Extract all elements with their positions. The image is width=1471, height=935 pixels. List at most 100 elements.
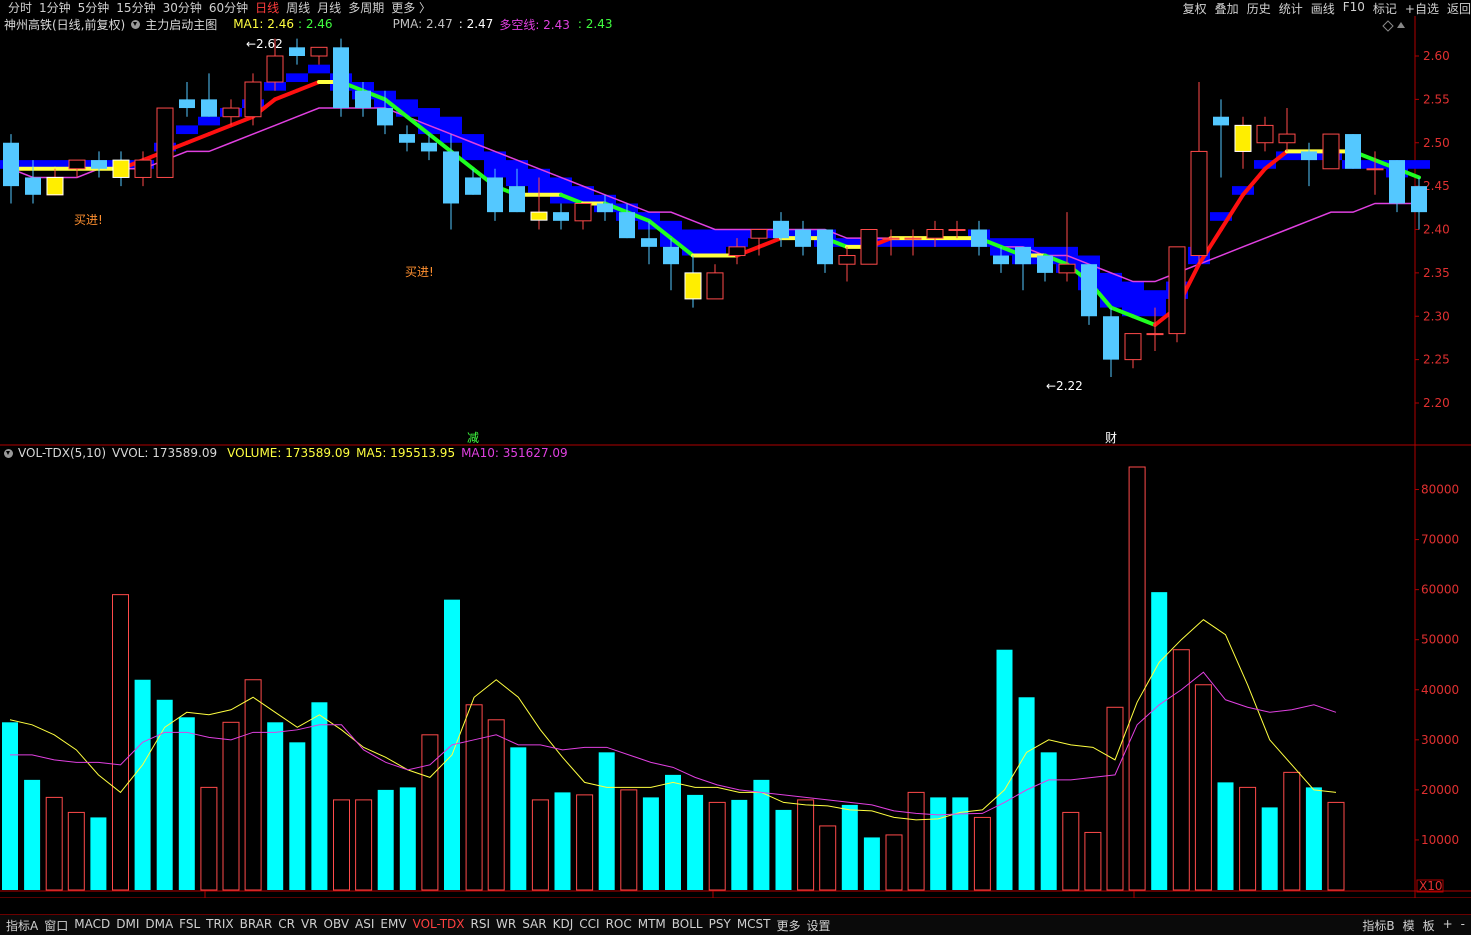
toolbar-button-1[interactable]: 叠加 — [1215, 0, 1239, 16]
price-tick-label: 2.35 — [1423, 266, 1450, 280]
indicator-tab-25[interactable]: 设置 — [807, 917, 831, 934]
event-jian: 减 — [467, 431, 479, 445]
toolbar-button-5[interactable]: F10 — [1343, 0, 1365, 14]
toolbar-button-0[interactable]: 复权 — [1183, 0, 1207, 16]
candle-body — [377, 108, 393, 126]
volume-bar — [134, 679, 151, 890]
diamond-icon — [1382, 20, 1394, 32]
toolbar-button-3[interactable]: 统计 — [1279, 0, 1303, 16]
indicator-tab-13[interactable]: VOL-TDX — [413, 917, 465, 934]
period-tab-5[interactable]: 60分钟 — [209, 0, 248, 16]
candle-body — [3, 142, 19, 187]
period-tab-2[interactable]: 5分钟 — [78, 0, 110, 16]
ma1-segment — [1131, 314, 1157, 327]
cloud-segment — [176, 125, 198, 135]
toolbar-button-8[interactable]: 返回 — [1447, 0, 1471, 16]
period-tab-1[interactable]: 1分钟 — [39, 0, 71, 16]
toolbar-button-4[interactable]: 画线 — [1311, 0, 1335, 16]
price-tick-label: 2.30 — [1423, 309, 1450, 323]
period-tab-10[interactable]: 更多 〉 — [391, 0, 431, 16]
candle-body — [25, 177, 41, 195]
candle-body — [663, 246, 679, 265]
indicator-tab-9[interactable]: VR — [301, 917, 318, 934]
indicator-tab-17[interactable]: KDJ — [553, 917, 574, 934]
volume-bar — [708, 801, 726, 891]
volume-bar — [1327, 801, 1345, 891]
indicator-right-1[interactable]: 模 — [1403, 917, 1415, 934]
volume-bar — [1040, 752, 1057, 890]
indicator-right-0[interactable]: 指标B — [1362, 917, 1394, 934]
candle-body — [1322, 133, 1340, 170]
period-tab-9[interactable]: 多周期 — [348, 0, 384, 16]
volume-bar — [1128, 466, 1146, 891]
volume-bar — [399, 787, 416, 890]
cloud-segment — [308, 64, 330, 74]
indicator-tab-4[interactable]: DMA — [145, 917, 173, 934]
toolbar-button-2[interactable]: 历史 — [1247, 0, 1271, 16]
volume-bar — [311, 702, 328, 890]
indicator-tab-18[interactable]: CCI — [579, 917, 599, 934]
volume-bar — [200, 786, 218, 891]
candle-body — [795, 229, 811, 247]
volume-bar — [1151, 592, 1168, 890]
candle-body — [750, 229, 768, 239]
toolbar-button-7[interactable]: +自选 — [1405, 0, 1439, 16]
volume-bar — [1018, 697, 1035, 890]
signal-box — [684, 272, 702, 300]
volume-bar — [1217, 782, 1234, 890]
volume-bar — [665, 774, 681, 890]
indicator-right-3[interactable]: + — [1443, 917, 1453, 934]
toolbar-button-6[interactable]: 标记 — [1373, 0, 1397, 16]
candle-body — [904, 237, 922, 240]
indicator-tab-1[interactable]: 窗口 — [44, 917, 68, 934]
indicator-tab-5[interactable]: FSL — [179, 917, 200, 934]
indicator-tab-0[interactable]: 指标A — [6, 917, 38, 934]
indicator-tab-16[interactable]: SAR — [522, 917, 546, 934]
indicator-tab-2[interactable]: MACD — [74, 917, 110, 934]
period-tab-7[interactable]: 周线 — [286, 0, 310, 16]
period-tabs: 分时 1分钟 5分钟 15分钟 30分钟 60分钟 日线 周线 月线 多周期 更多 〉 — [8, 0, 438, 16]
vol-tick-label: 60000 — [1421, 583, 1459, 597]
indicator-tab-23[interactable]: MCST — [737, 917, 771, 934]
vol-tick-label: 30000 — [1421, 733, 1459, 747]
candle-body — [333, 47, 349, 109]
indicator-tab-3[interactable]: DMI — [116, 917, 139, 934]
price-tick-label: 2.55 — [1423, 92, 1450, 106]
candle-body — [1301, 151, 1317, 161]
period-tab-8[interactable]: 月线 — [317, 0, 341, 16]
indicator-tab-22[interactable]: PSY — [709, 917, 731, 934]
indicator-tab-24[interactable]: 更多 — [777, 917, 801, 934]
volume-bar — [576, 794, 594, 891]
indicator-right-2[interactable]: 板 — [1423, 917, 1435, 934]
indicator-tabbar: 指标A 窗口 MACD DMI DMA FSL TRIX BRAR CR VR OBV ASI EMV V… — [0, 914, 1471, 935]
chart-canvas[interactable]: 2.20 2.25 2.30 2.35 2.40 2.45 2.50 2.55 2.60 1000… — [0, 16, 1471, 898]
signal-box — [530, 211, 548, 221]
candle-body — [222, 107, 240, 118]
indicator-tab-8[interactable]: CR — [278, 917, 295, 934]
indicator-tab-10[interactable]: OBV — [324, 917, 350, 934]
period-tab-6[interactable]: 日线 — [255, 0, 279, 16]
candle-body — [1081, 264, 1097, 317]
indicator-tab-21[interactable]: BOLL — [672, 917, 703, 934]
volume-bar — [1194, 684, 1212, 891]
indicator-tab-14[interactable]: RSI — [471, 917, 491, 934]
indicator-tab-6[interactable]: TRIX — [206, 917, 233, 934]
candle-body — [266, 55, 284, 83]
cloud-segment — [462, 134, 484, 161]
indicator-tab-19[interactable]: ROC — [606, 917, 632, 934]
indicator-tab-15[interactable]: WR — [496, 917, 516, 934]
candle-body — [971, 229, 987, 247]
indicator-tab-11[interactable]: ASI — [355, 917, 374, 934]
indicator-tab-12[interactable]: EMV — [380, 917, 406, 934]
toolbar-right-buttons: 复权 叠加 历史 统计 画线 F10 标记 +自选 返回 — [1175, 0, 1471, 16]
indicator-right-4[interactable]: - — [1461, 917, 1465, 934]
period-tab-0[interactable]: 分时 — [8, 0, 32, 16]
period-tab-3[interactable]: 15分钟 — [116, 0, 155, 16]
period-tab-4[interactable]: 30分钟 — [163, 0, 202, 16]
buy-signal: 买进! — [74, 213, 103, 227]
indicator-tab-20[interactable]: MTM — [638, 917, 666, 934]
candle-body — [465, 177, 481, 195]
volume-bar — [907, 791, 925, 891]
trough-label: ←2.22 — [1046, 379, 1083, 393]
indicator-tab-7[interactable]: BRAR — [240, 917, 273, 934]
